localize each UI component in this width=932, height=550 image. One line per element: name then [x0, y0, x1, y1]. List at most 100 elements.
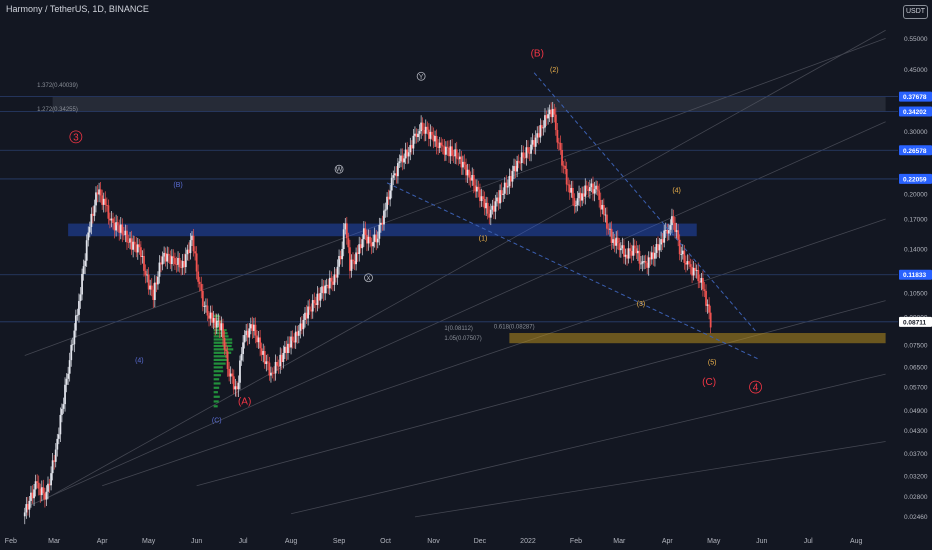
candle-body: [61, 408, 63, 415]
candle-body: [296, 331, 299, 336]
candle-body: [624, 254, 627, 257]
candle-body: [183, 261, 186, 268]
x-tick-label: Oct: [380, 538, 391, 545]
candle-body: [172, 256, 175, 259]
candle-body: [342, 229, 345, 250]
candle-body: [681, 250, 684, 255]
candle-body: [404, 149, 407, 159]
candle-body: [191, 235, 193, 241]
candle-body: [307, 306, 310, 319]
candle-body: [231, 373, 234, 377]
candle-body: [110, 218, 113, 221]
candle-body: [68, 360, 71, 374]
candle-body: [452, 155, 455, 157]
chart-area[interactable]: Harmony / TetherUS, 1D, BINANCE USDT 1.3…: [0, 0, 932, 550]
candle-body: [506, 186, 509, 188]
candle-body: [615, 237, 618, 246]
candle-body: [680, 254, 683, 255]
candle-body: [249, 324, 252, 329]
y-tick-label: 0.04900: [904, 408, 928, 415]
candle-body: [477, 186, 480, 190]
candle-body: [660, 239, 663, 245]
candle-body: [684, 262, 687, 265]
candle-body: [519, 162, 522, 164]
candle-body: [621, 245, 624, 249]
candle-body: [121, 224, 124, 235]
candle-body: [161, 256, 164, 265]
candle-body: [384, 209, 387, 211]
candle-body: [551, 108, 554, 118]
target-zone: [509, 333, 886, 344]
candle-body: [243, 335, 246, 343]
candle-body: [174, 258, 176, 265]
candle-body: [280, 354, 283, 363]
candle-body: [502, 193, 505, 195]
candle-body: [102, 198, 105, 205]
price-tag-label: 0.37678: [903, 94, 927, 101]
candle-body: [542, 127, 545, 129]
candle-body: [119, 224, 122, 233]
candle-body: [353, 261, 356, 265]
candle-body: [596, 185, 599, 191]
candle-body: [144, 270, 147, 276]
candle-body: [115, 222, 118, 231]
candle-body: [319, 292, 322, 301]
candle-body: [534, 137, 537, 147]
x-tick-label: Mar: [613, 538, 626, 545]
candle-body: [64, 384, 66, 405]
candle-body: [708, 304, 711, 313]
candle-body: [112, 218, 114, 223]
candle-body: [636, 250, 639, 254]
candle-body: [455, 149, 458, 159]
channel-line: [24, 38, 886, 356]
candle-body: [39, 488, 42, 496]
candle-body: [370, 242, 373, 247]
candle-body: [412, 135, 415, 149]
candle-body: [82, 266, 85, 274]
candle-body: [706, 304, 709, 306]
candle-body: [141, 255, 144, 257]
candle-body: [508, 176, 511, 187]
candle-body: [212, 317, 215, 323]
candle-body: [415, 133, 418, 138]
candle-body: [132, 241, 135, 250]
volume-profile-bar: [213, 370, 224, 373]
candle-body: [178, 257, 181, 268]
candle-body: [675, 230, 678, 232]
volume-profile-bar: [213, 374, 222, 377]
candle-body: [361, 239, 364, 249]
price-chart[interactable]: 1.372(0.40039) 1.272(0.34255) 1(0.08112) 1.…: [0, 0, 932, 550]
candle-body: [248, 328, 251, 338]
candle-body: [469, 177, 472, 181]
candle-body: [25, 504, 28, 513]
candle-body: [593, 189, 596, 194]
candle-body: [493, 205, 495, 212]
candle-body: [304, 312, 306, 320]
candle-body: [198, 281, 201, 285]
candle-body: [678, 239, 681, 255]
candle-body: [85, 240, 88, 261]
candle-body: [91, 213, 94, 216]
candle-body: [194, 251, 196, 254]
candle-body: [98, 189, 100, 195]
candle-body: [251, 324, 254, 331]
candle-body: [146, 274, 148, 276]
candle-body: [67, 373, 70, 379]
candle-body: [468, 169, 471, 178]
candle-body: [709, 312, 712, 328]
candle-body: [573, 198, 576, 207]
candle-body: [344, 223, 347, 230]
candle-body: [352, 259, 354, 262]
wave-label: (C): [212, 418, 222, 425]
candle-body: [240, 353, 243, 361]
y-tick-label: 0.30000: [904, 129, 928, 136]
candle-body: [646, 262, 649, 268]
y-tick-label: 0.05700: [904, 385, 928, 392]
candle-body: [375, 234, 378, 243]
candle-body: [51, 460, 54, 474]
candle-body: [205, 305, 207, 307]
candle-body: [314, 303, 317, 306]
candle-body: [578, 192, 580, 199]
candle-body: [105, 204, 108, 206]
candle-body: [347, 238, 350, 248]
